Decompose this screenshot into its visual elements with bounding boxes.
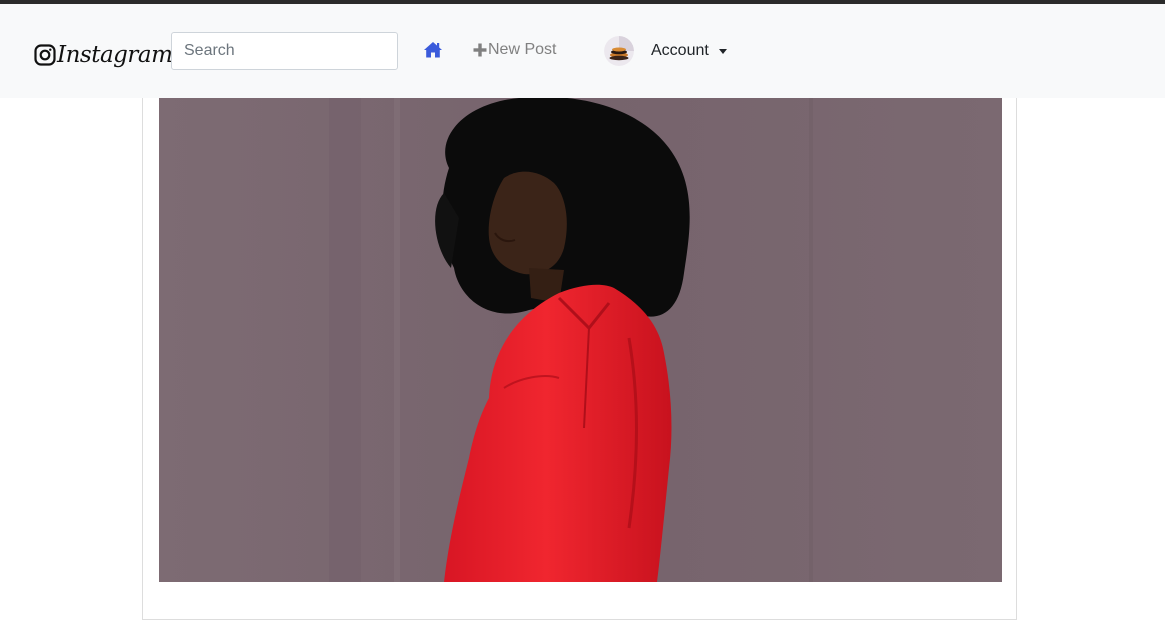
account-label: Account xyxy=(651,42,709,59)
account-dropdown-toggle[interactable]: Account xyxy=(604,34,727,68)
new-post-label: New Post xyxy=(488,41,557,58)
plus-icon xyxy=(473,43,487,57)
top-navbar: Instagram New Post Account xyxy=(0,4,1165,98)
new-post-link[interactable]: New Post xyxy=(473,40,556,60)
search-input[interactable] xyxy=(171,32,398,70)
home-link[interactable] xyxy=(423,40,443,60)
post-image[interactable] xyxy=(159,98,1002,582)
user-avatar[interactable] xyxy=(604,36,634,66)
brand-name: Instagram xyxy=(57,42,173,68)
caret-down-icon xyxy=(718,48,727,54)
home-icon xyxy=(424,42,442,58)
brand-link[interactable]: Instagram xyxy=(34,38,173,72)
instagram-camera-icon xyxy=(34,44,56,66)
